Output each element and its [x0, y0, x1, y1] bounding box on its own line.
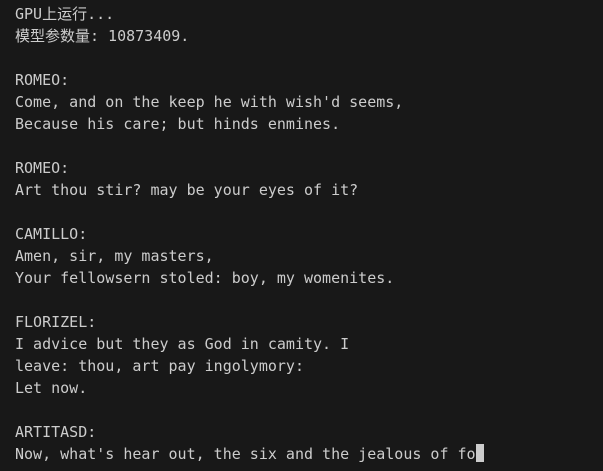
speaker-label: ROMEO:	[15, 159, 70, 177]
dialogue-line: Because his care; but hinds enmines.	[15, 115, 341, 133]
dialogue-line: leave: thou, art pay ingolymory:	[15, 357, 304, 375]
dialogue-line: Come, and on the keep he with wish'd see…	[15, 93, 404, 111]
speaker-label: FLORIZEL:	[15, 313, 97, 331]
dialogue-line: Let now.	[15, 379, 88, 397]
speaker-label: ROMEO:	[15, 71, 70, 89]
speaker-label: CAMILLO:	[15, 225, 88, 243]
dialogue-line: Art thou stir? may be your eyes of it?	[15, 181, 359, 199]
text-cursor	[475, 444, 484, 462]
terminal-last-line: Now, what's hear out, the six and the je…	[15, 443, 484, 465]
speaker-label: ARTITASD:	[15, 423, 97, 441]
terminal-line-gpu: GPU上运行...	[15, 5, 115, 23]
dialogue-line: Your fellowsern stoled: boy, my womenite…	[15, 269, 395, 287]
dialogue-line: Now, what's hear out, the six and the je…	[15, 445, 476, 463]
dialogue-line: I advice but they as God in camity. I	[15, 335, 350, 353]
terminal-line-param-count: 模型参数量: 10873409.	[15, 27, 190, 45]
terminal-output[interactable]: GPU上运行... 模型参数量: 10873409. ROMEO: Come, …	[0, 0, 603, 471]
dialogue-line: Amen, sir, my masters,	[15, 247, 214, 265]
